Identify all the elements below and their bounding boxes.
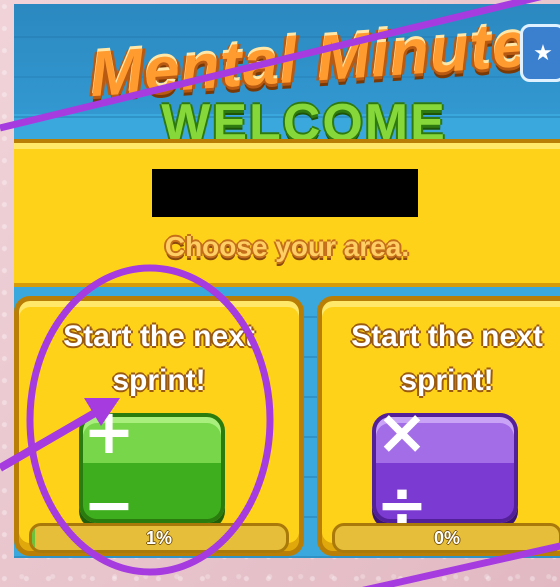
times-divide-icon[interactable]: × ÷ <box>372 395 518 541</box>
star-icon[interactable]: ★ <box>520 24 560 82</box>
plus-minus-icon[interactable]: + − <box>79 395 225 541</box>
progress-text: 1% <box>145 527 172 548</box>
progress-bar: 1% <box>29 523 289 553</box>
progress-text: 0% <box>433 527 460 548</box>
operation-symbols: + − <box>83 395 141 541</box>
progress-bar: 0% <box>332 523 560 553</box>
area-card-multiplication-division[interactable]: Start the next sprint! × ÷ 0% <box>317 296 560 556</box>
operation-symbols: × ÷ <box>376 395 434 541</box>
area-card-label: Start the next sprint! <box>351 320 543 397</box>
welcome-panel: Choose your area. <box>14 139 560 287</box>
progress-fill <box>32 526 35 550</box>
game-screen: Mental Minute ★ WELCOME Choose your area… <box>14 4 560 558</box>
area-card-label: Start the next sprint! <box>63 320 255 397</box>
player-name-redacted <box>152 169 418 217</box>
choose-area-text: Choose your area. <box>164 231 410 262</box>
area-card-addition-subtraction[interactable]: Start the next sprint! + − 1% <box>14 296 304 556</box>
